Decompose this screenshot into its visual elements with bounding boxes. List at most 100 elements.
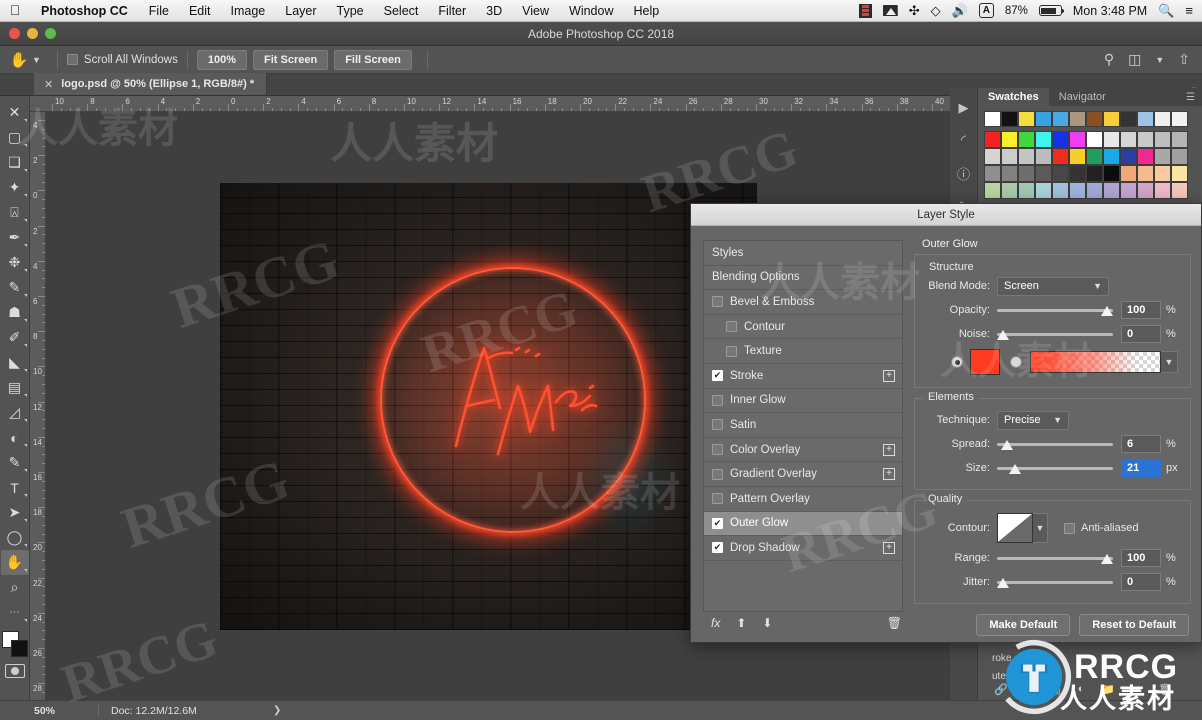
history-brush-tool[interactable]: ✐ [1, 325, 29, 350]
style-item-bevel-emboss[interactable]: Bevel & Emboss [704, 290, 902, 315]
swatch-cell[interactable] [984, 111, 1001, 127]
style-checkbox[interactable] [712, 394, 723, 406]
play-icon[interactable]: ▶ [959, 100, 969, 116]
noise-slider[interactable] [997, 325, 1113, 344]
battery-icon[interactable] [1038, 5, 1065, 16]
delete-icon[interactable]: 🗑 [887, 616, 902, 630]
ellipse-tool[interactable]: ◯ [1, 525, 29, 550]
swatch-cell[interactable] [1018, 165, 1035, 182]
swatch-cell[interactable] [1001, 182, 1018, 199]
opacity-input[interactable]: 100 [1121, 301, 1161, 319]
background-color-swatch[interactable] [10, 640, 28, 657]
swatch-cell[interactable] [984, 131, 1001, 148]
swatch-cell[interactable] [1137, 131, 1154, 148]
brush-tool[interactable]: ✎ [1, 275, 29, 300]
swatch-cell[interactable] [1154, 148, 1171, 165]
style-checkbox[interactable] [712, 419, 723, 431]
fill-screen-button[interactable]: Fill Screen [334, 49, 412, 70]
swatch-cell[interactable] [1035, 182, 1052, 199]
swatch-cell[interactable] [984, 165, 1001, 182]
panel-menu-icon[interactable]: ☰ [1186, 92, 1202, 103]
swatch-cell[interactable] [1154, 182, 1171, 199]
info-icon[interactable]: ⓘ [957, 164, 970, 183]
style-checkbox[interactable] [712, 542, 723, 554]
tab-swatches[interactable]: Swatches [978, 88, 1049, 106]
swatch-cell[interactable] [984, 148, 1001, 165]
search-icon[interactable]: ⚲ [1104, 51, 1114, 68]
menu-app-name[interactable]: Photoshop CC [30, 4, 139, 18]
style-item-texture[interactable]: Texture [704, 339, 902, 364]
swatch-cell[interactable] [1120, 148, 1137, 165]
anti-aliased-checkbox[interactable]: Anti-aliased [1064, 522, 1138, 534]
make-default-button[interactable]: Make Default [976, 614, 1071, 636]
wifi-icon[interactable]: ◇ [931, 3, 941, 19]
swatch-cell[interactable] [1086, 131, 1103, 148]
swatch-cell[interactable] [1035, 148, 1052, 165]
menu-select[interactable]: Select [374, 4, 429, 18]
style-item-stroke[interactable]: Stroke + [704, 364, 902, 389]
menu-3d[interactable]: 3D [476, 4, 512, 18]
apple-icon[interactable]:  [0, 3, 30, 19]
swatch-cell[interactable] [1171, 148, 1188, 165]
zoom-level-field[interactable]: 50% [34, 705, 98, 717]
chevron-down-icon[interactable]: ▼ [1155, 55, 1164, 65]
blend-mode-dropdown[interactable]: Screen ▼ [997, 276, 1109, 296]
path-selection-tool[interactable]: ➤ [1, 500, 29, 525]
swatch-cell[interactable] [1120, 165, 1137, 182]
quick-selection-tool[interactable]: ✦ [1, 175, 29, 200]
swatch-cell[interactable] [1086, 165, 1103, 182]
swatch-cell[interactable] [1171, 131, 1188, 148]
search-icon[interactable]: 🔍 [1158, 3, 1174, 19]
zoom-tool[interactable]: ⌕ [1, 575, 29, 600]
adjustments-icon[interactable]: ◜ [961, 132, 966, 148]
swatch-cell[interactable] [1154, 131, 1171, 148]
style-item-contour[interactable]: Contour [704, 315, 902, 340]
close-icon[interactable]: ✕ [44, 78, 53, 91]
gradient-preview[interactable] [1030, 351, 1161, 373]
swatch-cell[interactable] [1103, 165, 1120, 182]
film-icon[interactable] [858, 3, 872, 18]
tab-navigator[interactable]: Navigator [1049, 88, 1116, 106]
style-checkbox[interactable] [726, 321, 737, 333]
swatch-cell[interactable] [1035, 111, 1052, 127]
swatch-cell[interactable] [1052, 131, 1069, 148]
style-checkbox[interactable] [712, 444, 723, 456]
swatch-cell[interactable] [1069, 165, 1086, 182]
noise-input[interactable]: 0 [1121, 325, 1161, 343]
swatch-cell[interactable] [1001, 131, 1018, 148]
layer-style-dialog[interactable]: Layer Style Styles Blending Options Bevel … [690, 203, 1202, 643]
slider-knob[interactable] [1101, 553, 1113, 564]
swatch-cell[interactable] [1086, 182, 1103, 199]
swatch-cell[interactable] [1086, 148, 1103, 165]
style-item-satin[interactable]: Satin [704, 413, 902, 438]
hand-tool[interactable]: ✋ [0, 550, 29, 575]
styles-list[interactable]: Styles Blending Options Bevel & Emboss Cont… [703, 240, 903, 612]
hand-tool-icon[interactable]: ✋ [8, 51, 30, 69]
menu-filter[interactable]: Filter [428, 4, 476, 18]
swatch-cell[interactable] [1001, 148, 1018, 165]
swatch-cell[interactable] [1035, 131, 1052, 148]
swatch-cell[interactable] [1001, 111, 1018, 127]
clone-stamp-tool[interactable]: ☗ [1, 300, 29, 325]
dodge-tool[interactable]: ◐ [1, 425, 29, 450]
reset-to-default-button[interactable]: Reset to Default [1079, 614, 1189, 636]
menu-help[interactable]: Help [624, 4, 670, 18]
menu-layer[interactable]: Layer [275, 4, 326, 18]
swatch-cell[interactable] [1069, 148, 1086, 165]
glow-color-swatch[interactable] [970, 349, 1000, 375]
gradient-tool[interactable]: ▤ [1, 375, 29, 400]
artboard[interactable] [220, 183, 757, 630]
eraser-tool[interactable]: ◣ [1, 350, 29, 375]
swatch-cell[interactable] [1103, 148, 1120, 165]
menu-image[interactable]: Image [221, 4, 276, 18]
type-tool[interactable]: T [1, 475, 29, 500]
style-item-outer-glow[interactable]: Outer Glow [704, 511, 902, 537]
zoom-100-button[interactable]: 100% [196, 49, 248, 70]
opacity-slider[interactable] [997, 301, 1113, 320]
gradient-radio[interactable] [1010, 356, 1022, 368]
slider-knob[interactable] [997, 577, 1009, 588]
workspace-icon[interactable]: ◫ [1128, 51, 1141, 68]
chevron-down-icon[interactable]: ▼ [32, 55, 41, 65]
technique-dropdown[interactable]: Precise ▼ [997, 410, 1069, 430]
swatch-cell[interactable] [1018, 182, 1035, 199]
